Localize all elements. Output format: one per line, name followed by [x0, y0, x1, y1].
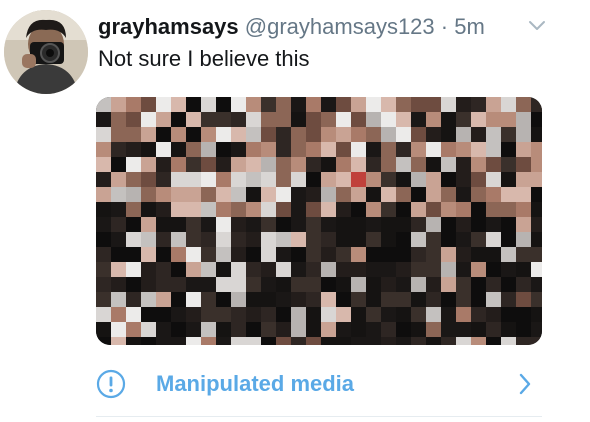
- avatar-photo: [4, 10, 88, 94]
- separator-dot: ·: [440, 14, 449, 39]
- manipulated-media-notice[interactable]: Manipulated media: [96, 356, 542, 412]
- pixelated-image: [96, 97, 542, 345]
- tweet-media[interactable]: [96, 97, 542, 345]
- timestamp[interactable]: 5m: [454, 14, 485, 39]
- chevron-down-icon[interactable]: [528, 20, 546, 32]
- tweet-header: grayhamsays @grayhamsays123 · 5m: [98, 12, 485, 42]
- display-name[interactable]: grayhamsays: [98, 14, 239, 39]
- tweet[interactable]: grayhamsays @grayhamsays123 · 5m Not sur…: [0, 0, 590, 422]
- divider: [96, 416, 542, 417]
- chevron-right-icon[interactable]: [518, 373, 532, 395]
- manipulated-media-label[interactable]: Manipulated media: [156, 370, 354, 398]
- avatar[interactable]: [4, 10, 88, 94]
- user-handle[interactable]: @grayhamsays123: [245, 14, 435, 39]
- tweet-text: Not sure I believe this: [98, 46, 310, 71]
- exclamation-circle-icon: [96, 369, 126, 399]
